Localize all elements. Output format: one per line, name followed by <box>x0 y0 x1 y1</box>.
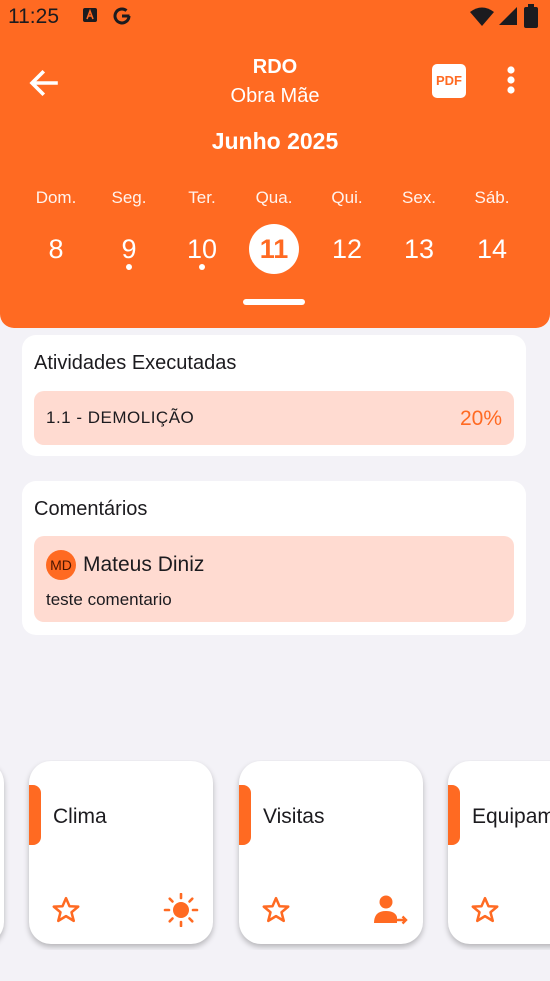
day-name: Sex. <box>401 188 437 207</box>
day-wednesday[interactable]: Qua. 11 <box>238 188 310 288</box>
sheet-drag-handle[interactable] <box>243 299 305 305</box>
selected-day-number: 11 <box>249 224 299 274</box>
wifi-icon <box>470 7 494 26</box>
tile-accent-bar <box>448 785 460 845</box>
star-outline-icon[interactable] <box>261 895 291 925</box>
page-title: RDO <box>252 56 298 78</box>
day-name: Qui. <box>331 188 363 207</box>
sun-icon <box>163 893 199 927</box>
tile-accent-bar <box>239 785 251 845</box>
category-carousel[interactable]: Clima Visitas Equipamentos <box>0 760 550 950</box>
day-number: 14 <box>476 234 508 264</box>
month-label: Junho 2025 <box>211 128 339 154</box>
activity-percent: 20% <box>459 407 502 430</box>
status-time: 11:25 <box>8 5 59 28</box>
category-tile-clima[interactable]: Clima <box>29 761 213 944</box>
day-monday[interactable]: Seg. 9 <box>93 188 165 288</box>
activity-name: 1.1 - DEMOLIÇÃO <box>46 408 195 427</box>
day-friday[interactable]: Sex. 13 <box>383 188 455 288</box>
day-name: Ter. <box>188 188 216 207</box>
activities-card: Atividades Executadas 1.1 - DEMOLIÇÃO 20… <box>22 335 526 456</box>
day-thursday[interactable]: Qui. 12 <box>311 188 383 288</box>
category-tile-equipamentos[interactable]: Equipamentos <box>448 761 550 944</box>
comments-card: Comentários MD Mateus Diniz teste coment… <box>22 481 526 635</box>
comment-item[interactable]: MD Mateus Diniz teste comentario <box>34 536 514 622</box>
day-name: Dom. <box>35 188 77 207</box>
day-sunday[interactable]: Dom. 8 <box>20 188 92 288</box>
avatar: MD <box>46 550 76 580</box>
star-outline-icon[interactable] <box>470 895 500 925</box>
comment-author: Mateus Diniz <box>83 553 205 576</box>
category-tile-previous[interactable] <box>0 761 4 944</box>
day-number: 13 <box>403 234 435 264</box>
battery-icon <box>524 4 538 28</box>
day-name: Seg. <box>111 188 147 207</box>
tile-label: Clima <box>53 805 107 828</box>
day-name: Sáb. <box>474 188 510 207</box>
tile-label: Equipamentos <box>472 805 550 828</box>
pdf-button[interactable]: PDF <box>432 64 466 98</box>
google-icon <box>113 7 131 25</box>
more-vert-icon[interactable] <box>497 64 525 100</box>
day-saturday[interactable]: Sáb. 14 <box>456 188 528 288</box>
day-entry-dot <box>126 264 132 270</box>
activities-title: Atividades Executadas <box>34 352 237 374</box>
tile-label: Visitas <box>263 805 325 828</box>
day-tuesday[interactable]: Ter. 10 <box>166 188 238 288</box>
week-day-selector: Dom. 8 Seg. 9 Ter. 10 Qua. 11 Qui. 12 Se… <box>20 188 530 288</box>
day-number: 12 <box>331 234 363 264</box>
header: RDO Obra Mãe PDF Junho 2025 Dom. 8 Seg. … <box>0 34 550 328</box>
day-name: Qua. <box>255 188 293 207</box>
star-outline-icon[interactable] <box>51 895 81 925</box>
category-tile-visitas[interactable]: Visitas <box>239 761 423 944</box>
comment-text: teste comentario <box>46 590 172 609</box>
day-number: 8 <box>48 234 64 264</box>
tile-accent-bar <box>29 785 41 845</box>
status-bar: 11:25 <box>0 0 550 34</box>
day-entry-dot <box>199 264 205 270</box>
activity-item[interactable]: 1.1 - DEMOLIÇÃO 20% <box>34 391 514 445</box>
signal-icon <box>499 7 517 25</box>
page-subtitle: Obra Mãe <box>230 85 320 107</box>
person-arrow-icon <box>374 895 408 925</box>
app-notification-icon <box>83 8 97 22</box>
comments-title: Comentários <box>34 498 148 520</box>
